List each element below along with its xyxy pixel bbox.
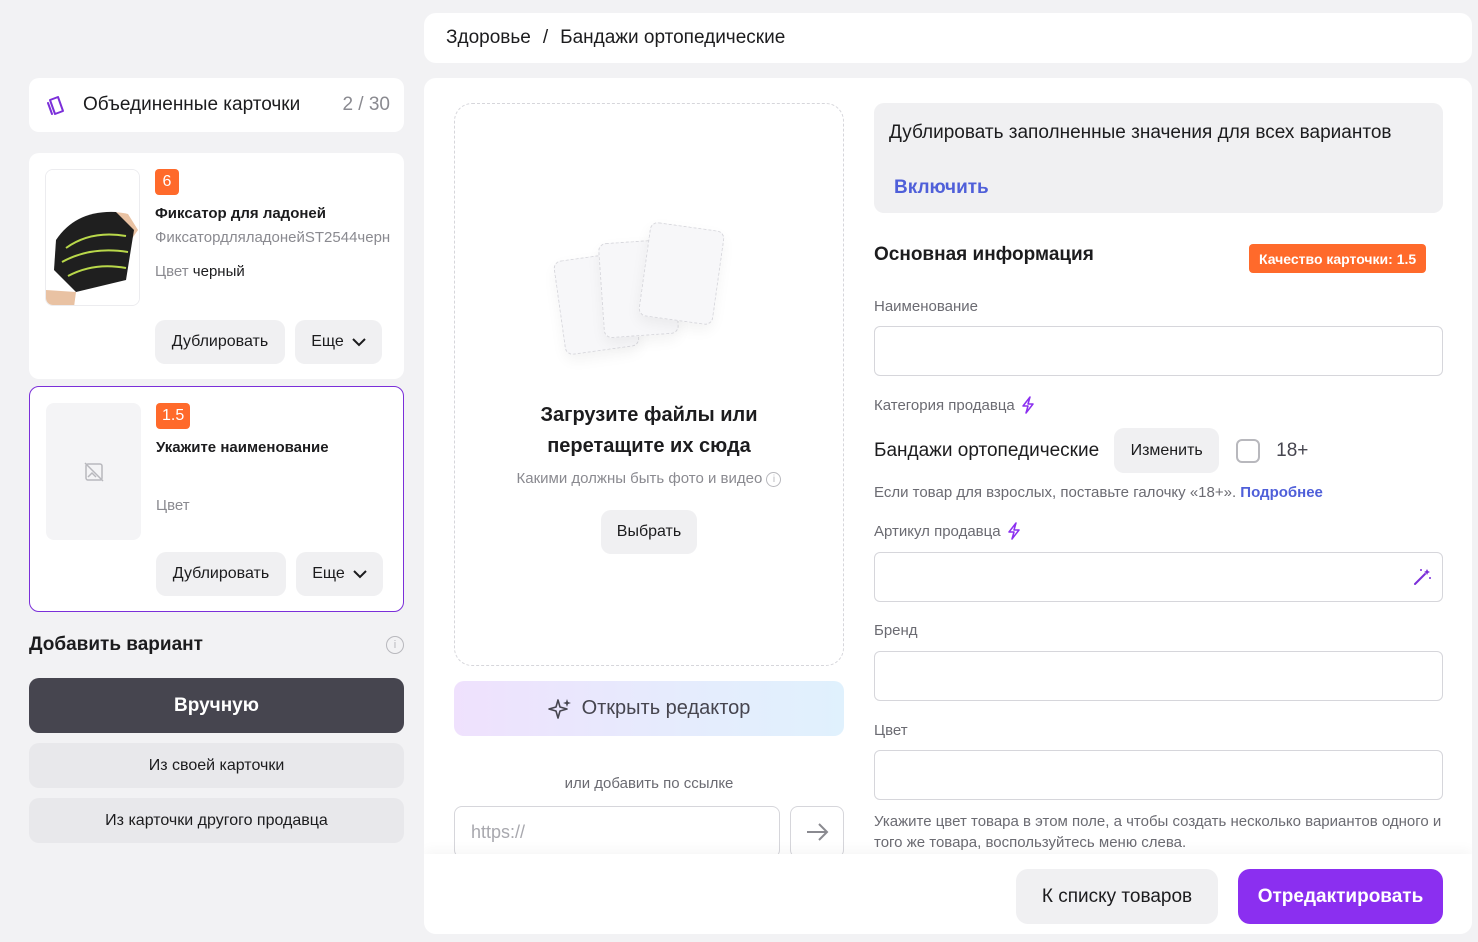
dropzone-title: Загрузите файлы или перетащите их сюда	[455, 400, 843, 462]
add-variant-label: Добавить вариант	[29, 634, 203, 655]
duplicate-values-panel: Дублировать заполненные значения для все…	[874, 103, 1443, 213]
submit-url-button[interactable]	[790, 806, 844, 858]
category-label-text: Категория продавца	[874, 396, 1015, 414]
dropzone-title-line1: Загрузите файлы или	[540, 404, 758, 426]
from-other-seller-button[interactable]: Из карточки другого продавца	[29, 798, 404, 843]
variants-sidebar: Объединенные карточки 2 / 30 6 Фиксатор …	[29, 78, 404, 843]
adult-hint-text: Если товар для взрослых, поставьте галоч…	[874, 484, 1237, 501]
breadcrumb-root[interactable]: Здоровье	[446, 27, 531, 49]
dropzone-title-line2: перетащите их сюда	[547, 435, 751, 457]
card-title: Фиксатор для ладоней	[155, 205, 326, 222]
more-label: Еще	[312, 565, 345, 582]
color-hint: Укажите цвет товара в этом поле, а чтобы…	[874, 813, 1442, 851]
info-icon[interactable]: i	[766, 471, 782, 487]
sku-label: Артикул продавца	[874, 522, 1021, 540]
submit-edit-button[interactable]: Отредактировать	[1238, 869, 1443, 924]
merged-cards-label: Объединенные карточки	[83, 94, 301, 115]
sku-label-text: Артикул продавца	[874, 522, 1001, 540]
lightning-icon	[1007, 522, 1020, 540]
category-value: Бандажи ортопедические	[874, 439, 1100, 461]
brand-label-text: Бренд	[874, 622, 918, 639]
open-editor-label: Открыть редактор	[581, 697, 751, 719]
manual-button[interactable]: Вручную	[29, 678, 404, 733]
card-color-value: черный	[192, 263, 245, 280]
name-input[interactable]	[875, 327, 1442, 375]
change-category-button[interactable]: Изменить	[1114, 428, 1220, 473]
variant-card-selected[interactable]: 1.5 Укажите наименование Цвет Дублироват…	[29, 386, 404, 612]
color-field[interactable]	[874, 750, 1443, 800]
media-dropzone[interactable]: Загрузите файлы или перетащите их сюда К…	[454, 103, 844, 666]
quality-badge: 1.5	[156, 403, 191, 429]
card-sku: ФиксатордляладонейST2544черный	[155, 229, 390, 246]
back-to-list-button[interactable]: К списку товаров	[1016, 869, 1218, 924]
name-label: Наименование	[874, 298, 978, 315]
media-requirements: Какими должны быть фото и видео i	[455, 470, 843, 487]
enable-link[interactable]: Включить	[894, 177, 989, 199]
card-color-label: Цвет	[156, 497, 190, 514]
duplicate-button[interactable]: Дублировать	[156, 552, 286, 596]
card-color-label: Цвет	[155, 263, 189, 280]
product-thumbnail	[45, 169, 140, 306]
open-editor-button[interactable]: Открыть редактор	[454, 681, 844, 736]
chevron-down-icon	[352, 337, 366, 346]
from-own-card-button[interactable]: Из своей карточки	[29, 743, 404, 788]
category-row: Бандажи ортопедические Изменить 18+	[874, 428, 1308, 473]
duplicate-button[interactable]: Дублировать	[155, 320, 285, 364]
section-title: Основная информация	[874, 244, 1094, 265]
quality-badge: 6	[155, 169, 179, 195]
color-input[interactable]	[875, 751, 1442, 799]
add-by-link-label: или добавить по ссылке	[564, 775, 734, 792]
media-requirements-text: Какими должны быть фото и видео	[516, 470, 763, 487]
no-image-icon	[83, 461, 104, 482]
brand-field[interactable]	[874, 651, 1443, 701]
name-label-text: Наименование	[874, 298, 978, 315]
more-label: Еще	[311, 333, 344, 350]
more-button[interactable]: Еще	[295, 320, 382, 364]
name-field[interactable]	[874, 326, 1443, 376]
merged-cards-header: Объединенные карточки 2 / 30	[29, 78, 404, 132]
adult-label: 18+	[1276, 439, 1309, 461]
color-label: Цвет	[874, 722, 908, 739]
card-quality-badge: Качество карточки: 1.5	[1249, 244, 1427, 273]
sku-field[interactable]	[874, 552, 1443, 602]
brand-label: Бренд	[874, 622, 918, 639]
merged-cards-count: 2 / 30	[342, 94, 390, 115]
empty-thumbnail	[46, 403, 141, 540]
brand-input[interactable]	[875, 652, 1442, 700]
duplicate-values-title: Дублировать заполненные значения для все…	[889, 122, 1392, 143]
adult-checkbox[interactable]	[1236, 438, 1261, 463]
info-icon[interactable]: i	[386, 636, 404, 654]
breadcrumb: Здоровье / Бандажи ортопедические	[424, 13, 1472, 63]
chevron-down-icon	[353, 569, 367, 578]
more-button[interactable]: Еще	[296, 552, 383, 596]
sparkles-icon	[547, 698, 571, 719]
variant-card[interactable]: 6 Фиксатор для ладоней Фиксатордляладоне…	[29, 153, 404, 379]
lightning-icon	[1022, 396, 1034, 414]
adult-hint: Если товар для взрослых, поставьте галоч…	[874, 484, 1323, 501]
card-color: Цвет черный	[155, 263, 245, 280]
color-label-text: Цвет	[874, 722, 908, 739]
choose-files-button[interactable]: Выбрать	[601, 510, 697, 554]
add-variant-heading: Добавить вариант i	[29, 634, 404, 656]
category-label: Категория продавца	[874, 396, 1035, 414]
breadcrumb-current: Бандажи ортопедические	[560, 27, 786, 48]
card-editor: Загрузите файлы или перетащите их сюда К…	[424, 78, 1472, 934]
arrow-right-icon	[807, 823, 829, 841]
url-input[interactable]	[454, 806, 780, 858]
files-stack-icon	[552, 221, 729, 356]
card-color: Цвет	[156, 497, 190, 514]
learn-more-link[interactable]: Подробнее	[1240, 484, 1323, 501]
cards-stack-icon	[43, 92, 69, 118]
card-title: Укажите наименование	[156, 439, 329, 456]
footer-bar: К списку товаров Отредактировать	[424, 854, 1472, 934]
magic-wand-icon[interactable]	[1412, 567, 1432, 587]
breadcrumb-separator: /	[542, 27, 549, 48]
sku-input[interactable]	[875, 553, 1442, 601]
